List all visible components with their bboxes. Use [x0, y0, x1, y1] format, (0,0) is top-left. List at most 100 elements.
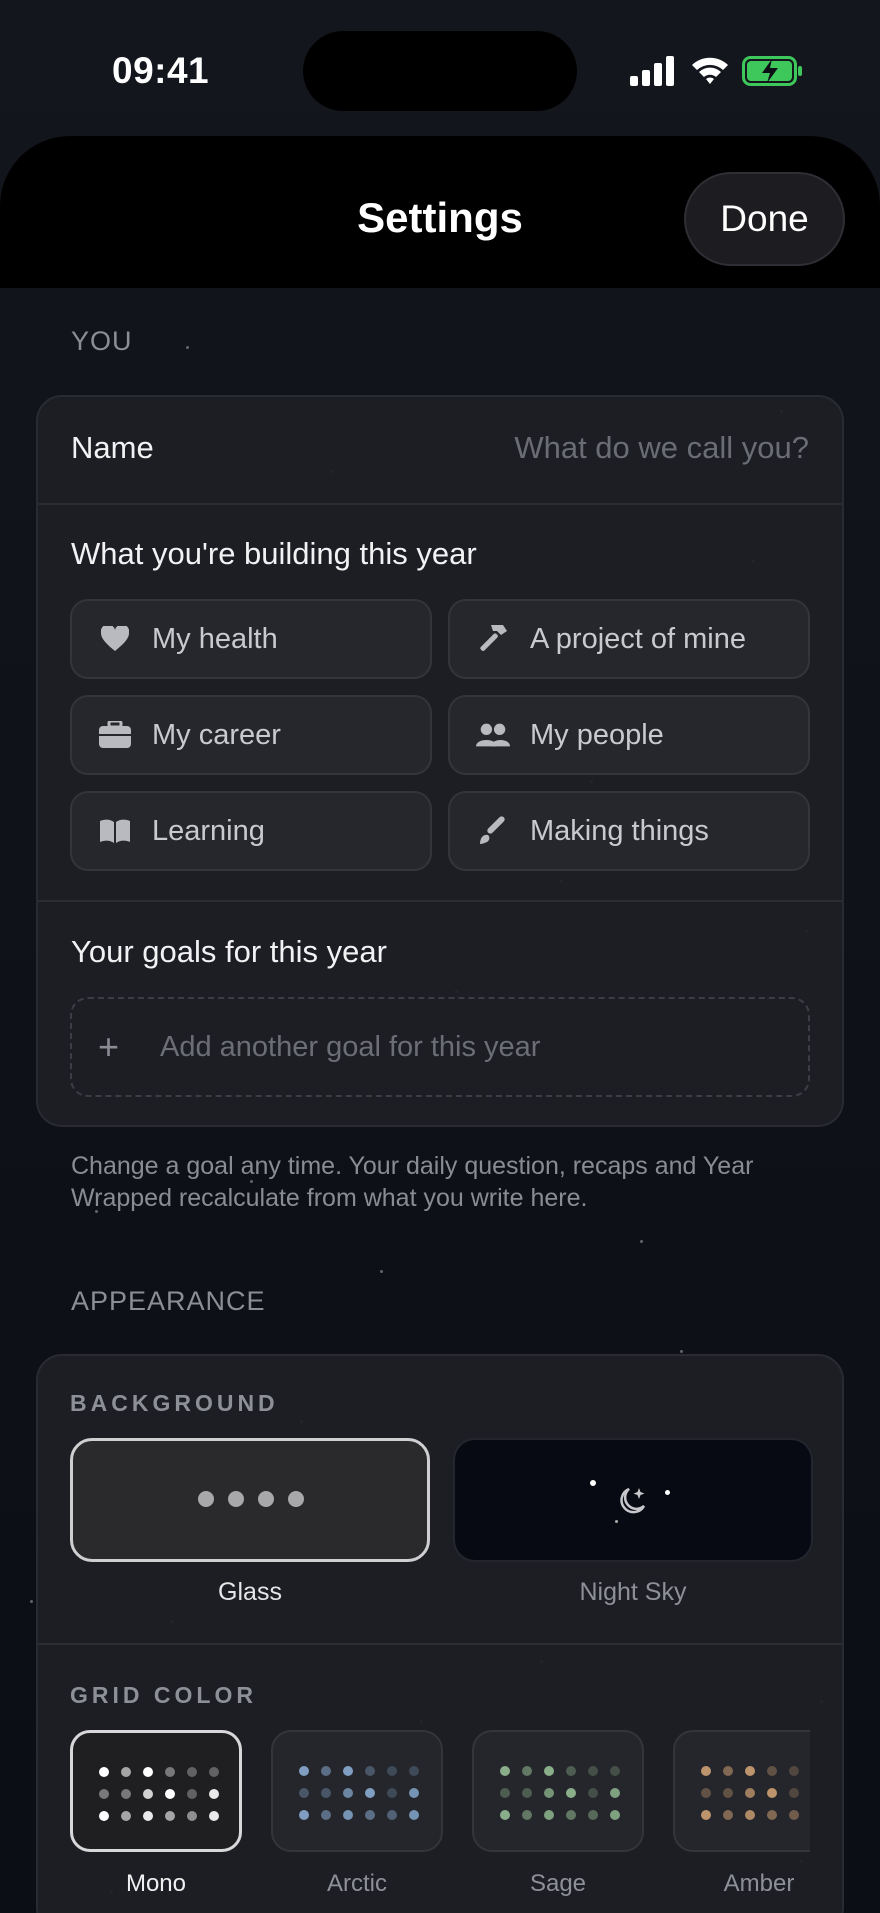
add-goal-button[interactable]: + Add another goal for this year	[70, 997, 810, 1097]
grid-dot	[566, 1810, 576, 1820]
done-button[interactable]: Done	[684, 172, 845, 266]
chip-label: Learning	[152, 814, 265, 847]
chip-my-health[interactable]: My health	[70, 599, 432, 679]
star	[680, 1350, 683, 1353]
chip-making-things[interactable]: Making things	[448, 791, 810, 871]
grid-dot	[701, 1810, 711, 1820]
section-label-appearance: APPEARANCE	[71, 1286, 266, 1316]
dynamic-island	[303, 31, 577, 111]
grid-dot	[321, 1810, 331, 1820]
goals-footnote: Change a goal any time. Your daily quest…	[71, 1152, 754, 1212]
grid-dot	[343, 1766, 353, 1776]
status-time: 09:41	[112, 50, 210, 91]
grid-dot	[209, 1811, 219, 1821]
heart-icon	[98, 622, 132, 656]
grid-dot	[522, 1810, 532, 1820]
grid-dot	[544, 1766, 554, 1776]
grid-color-label: Amber	[723, 1870, 795, 1897]
grid-color-subhead: GRID COLOR	[70, 1682, 257, 1708]
grid-dot	[143, 1789, 153, 1799]
grid-color-label: Sage	[529, 1870, 587, 1897]
grid-dot	[365, 1766, 375, 1776]
grid-dot	[121, 1789, 131, 1799]
chip-my-people[interactable]: My people	[448, 695, 810, 775]
grid-dot	[165, 1789, 175, 1799]
grid-dot	[365, 1788, 375, 1798]
grid-dot	[165, 1767, 175, 1777]
grid-dot	[387, 1810, 397, 1820]
star	[186, 346, 189, 349]
background-label-glass: Glass	[218, 1578, 282, 1606]
preview-star	[615, 1520, 618, 1523]
building-label: What you're building this year	[71, 536, 477, 571]
grid-dot	[299, 1810, 309, 1820]
grid-dot	[299, 1788, 309, 1798]
preview-dot	[198, 1491, 214, 1507]
grid-color-swatch-sage[interactable]	[472, 1730, 644, 1852]
book-icon	[98, 814, 132, 848]
chip-label: My people	[530, 718, 664, 751]
name-label: Name	[71, 430, 154, 465]
grid-dot	[409, 1766, 419, 1776]
chip-label: My health	[152, 622, 278, 655]
grid-color-label: Mono	[125, 1870, 187, 1897]
grid-dot	[544, 1810, 554, 1820]
grid-dot	[343, 1788, 353, 1798]
grid-dot	[387, 1788, 397, 1798]
chip-label: My career	[152, 718, 281, 751]
background-label-night-sky: Night Sky	[579, 1578, 687, 1606]
grid-dot	[121, 1811, 131, 1821]
grid-dot	[387, 1766, 397, 1776]
grid-dot	[187, 1789, 197, 1799]
background-option-night-sky[interactable]	[453, 1438, 813, 1562]
grid-dot	[299, 1766, 309, 1776]
grid-dot	[745, 1766, 755, 1776]
grid-dot	[522, 1766, 532, 1776]
grid-dot	[321, 1788, 331, 1798]
grid-dot	[409, 1810, 419, 1820]
goals-label: Your goals for this year	[71, 934, 387, 969]
battery-charging-icon	[742, 56, 802, 86]
grid-dot	[588, 1788, 598, 1798]
chip-learning[interactable]: Learning	[70, 791, 432, 871]
grid-color-swatch-mono[interactable]	[70, 1730, 242, 1852]
grid-dot	[723, 1766, 733, 1776]
grid-dot	[610, 1810, 620, 1820]
grid-dot	[99, 1811, 109, 1821]
people-icon	[476, 718, 510, 752]
grid-dot	[745, 1788, 755, 1798]
hammer-icon	[476, 622, 510, 656]
divider	[38, 1643, 842, 1645]
grid-dot	[409, 1788, 419, 1798]
star	[640, 1240, 643, 1243]
background-option-glass[interactable]	[70, 1438, 430, 1562]
grid-color-swatch-arctic[interactable]	[271, 1730, 443, 1852]
grid-dot	[187, 1811, 197, 1821]
name-input[interactable]: What do we call you?	[514, 430, 809, 466]
grid-dot	[544, 1788, 554, 1798]
grid-dot	[610, 1766, 620, 1776]
grid-dot	[500, 1810, 510, 1820]
grid-dot	[745, 1810, 755, 1820]
grid-dot	[143, 1767, 153, 1777]
chip-a-project-of-mine[interactable]: A project of mine	[448, 599, 810, 679]
grid-color-swatch-amber[interactable]	[673, 1730, 810, 1852]
grid-dot	[789, 1788, 799, 1798]
chip-my-career[interactable]: My career	[70, 695, 432, 775]
grid-dot	[588, 1810, 598, 1820]
preview-star	[665, 1490, 670, 1495]
divider	[38, 900, 842, 902]
grid-dot	[187, 1767, 197, 1777]
grid-dot	[99, 1767, 109, 1777]
grid-dot	[209, 1767, 219, 1777]
grid-dot	[143, 1811, 153, 1821]
grid-dot	[321, 1766, 331, 1776]
grid-dot	[789, 1766, 799, 1776]
chip-label: Making things	[530, 814, 709, 847]
preview-star	[590, 1480, 596, 1486]
status-bar: 09:41	[0, 0, 880, 140]
section-label-you: YOU	[71, 326, 133, 356]
chip-label: A project of mine	[530, 622, 746, 655]
briefcase-icon	[98, 718, 132, 752]
star	[380, 1270, 383, 1273]
